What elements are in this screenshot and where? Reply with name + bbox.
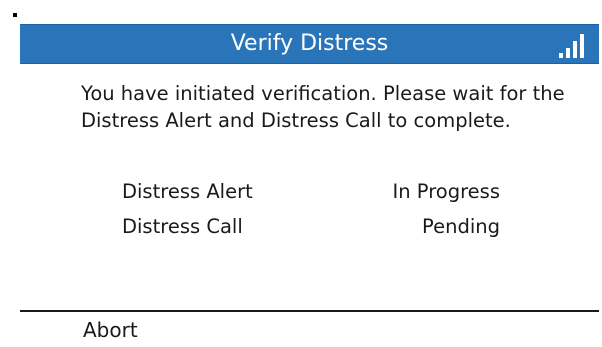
softkey-divider — [20, 310, 599, 312]
status-label: Distress Call — [122, 215, 243, 238]
status-value: In Progress — [392, 180, 500, 203]
status-label: Distress Alert — [122, 180, 253, 203]
verification-message: You have initiated verification. Please … — [81, 82, 565, 132]
status-row-distress-alert: Distress Alert In Progress — [122, 178, 500, 206]
status-row-distress-call: Distress Call Pending — [122, 213, 500, 241]
title-bar: Verify Distress — [20, 24, 599, 64]
abort-button[interactable]: Abort — [83, 315, 138, 345]
signal-strength-icon — [559, 34, 584, 58]
status-value: Pending — [422, 215, 500, 238]
corner-indicator — [13, 13, 17, 17]
page-title: Verify Distress — [230, 31, 389, 56]
